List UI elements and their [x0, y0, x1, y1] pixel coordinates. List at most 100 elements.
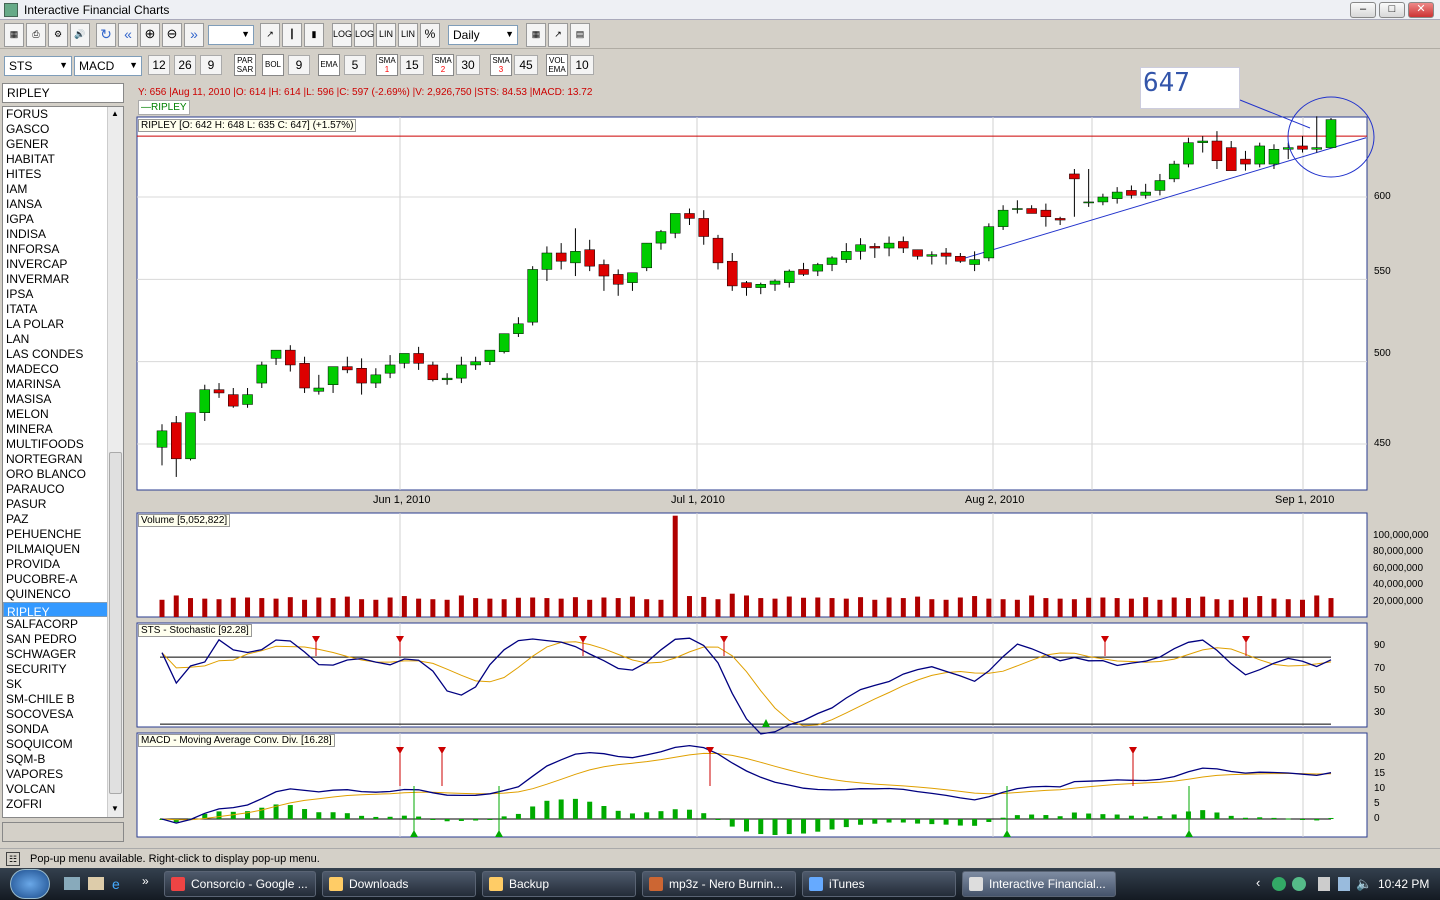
- macd-histogram-bar[interactable]: [1257, 817, 1263, 819]
- candle[interactable]: [655, 231, 667, 244]
- volume-bar[interactable]: [245, 597, 251, 617]
- volume-bar[interactable]: [1057, 598, 1063, 617]
- price-panel[interactable]: [136, 116, 1368, 491]
- candle[interactable]: [1040, 209, 1052, 218]
- macd-histogram-bar[interactable]: [487, 819, 493, 820]
- macd-histogram-bar[interactable]: [615, 810, 621, 819]
- macd-histogram-bar[interactable]: [316, 812, 322, 819]
- macd-histogram-bar[interactable]: [786, 819, 792, 835]
- macd-histogram-bar[interactable]: [744, 819, 749, 832]
- macd-histogram-bar[interactable]: [401, 815, 407, 819]
- volume-bar[interactable]: [1271, 598, 1277, 617]
- candle[interactable]: [484, 349, 496, 362]
- macd-histogram-bar[interactable]: [302, 809, 308, 819]
- volume-bar[interactable]: [458, 595, 464, 617]
- macd-histogram-bar[interactable]: [1014, 815, 1020, 819]
- candle[interactable]: [841, 251, 852, 260]
- volume-bar[interactable]: [943, 599, 949, 617]
- candle[interactable]: [1097, 196, 1109, 203]
- volume-bar[interactable]: [1242, 597, 1248, 617]
- candle[interactable]: [470, 361, 481, 366]
- volume-bar[interactable]: [658, 599, 664, 617]
- macd-histogram-bar[interactable]: [1285, 818, 1291, 820]
- macd-histogram-bar[interactable]: [1128, 815, 1134, 819]
- candle[interactable]: [1183, 142, 1194, 165]
- candle[interactable]: [1154, 180, 1166, 191]
- volume-bar[interactable]: [188, 598, 194, 617]
- volume-bar[interactable]: [487, 598, 493, 617]
- candle[interactable]: [228, 394, 239, 407]
- candle[interactable]: [1240, 158, 1251, 165]
- candle[interactable]: [370, 374, 382, 384]
- volume-bar[interactable]: [287, 597, 293, 617]
- volume-bar[interactable]: [572, 597, 578, 617]
- candle[interactable]: [313, 387, 325, 392]
- volume-bar[interactable]: [373, 599, 379, 617]
- macd-panel[interactable]: [136, 732, 1368, 838]
- volume-bar[interactable]: [629, 596, 635, 617]
- candle[interactable]: [541, 252, 553, 270]
- macd-histogram-bar[interactable]: [886, 819, 892, 823]
- macd-histogram-bar[interactable]: [1100, 814, 1106, 819]
- candle[interactable]: [826, 257, 838, 265]
- candle[interactable]: [1225, 147, 1237, 171]
- taskbar-item[interactable]: iTunes: [802, 871, 956, 897]
- macd-histogram-bar[interactable]: [801, 819, 807, 834]
- macd-histogram-bar[interactable]: [943, 819, 949, 825]
- candle[interactable]: [712, 237, 724, 264]
- volume-bar[interactable]: [1128, 598, 1134, 617]
- candle[interactable]: [441, 377, 453, 381]
- candle[interactable]: [940, 252, 952, 257]
- macd-histogram-bar[interactable]: [1143, 816, 1149, 819]
- volume-bar[interactable]: [259, 598, 265, 617]
- candle[interactable]: [199, 389, 211, 413]
- volume-bar[interactable]: [644, 599, 650, 617]
- volume-bar[interactable]: [344, 596, 350, 617]
- candle[interactable]: [270, 349, 282, 359]
- macd-histogram-bar[interactable]: [444, 819, 450, 822]
- candle[interactable]: [584, 249, 595, 267]
- candle[interactable]: [1140, 191, 1151, 196]
- candle[interactable]: [1026, 208, 1037, 214]
- volume-panel[interactable]: [136, 512, 1368, 618]
- macd-histogram-bar[interactable]: [629, 813, 635, 819]
- macd-histogram-bar[interactable]: [1214, 812, 1220, 819]
- volume-bar[interactable]: [1143, 597, 1149, 617]
- price-note-box[interactable]: 647: [1140, 67, 1240, 109]
- macd-histogram-bar[interactable]: [1114, 814, 1120, 819]
- network-icon[interactable]: [1338, 877, 1350, 891]
- volume-bar[interactable]: [330, 598, 336, 617]
- macd-histogram-bar[interactable]: [473, 819, 479, 821]
- candle[interactable]: [1012, 208, 1023, 210]
- volume-bar[interactable]: [1100, 597, 1106, 617]
- macd-histogram-bar[interactable]: [729, 819, 735, 827]
- candle[interactable]: [1282, 147, 1294, 150]
- macd-histogram-bar[interactable]: [672, 809, 678, 819]
- candle[interactable]: [356, 368, 367, 384]
- volume-bar[interactable]: [915, 596, 921, 617]
- volume-bar[interactable]: [359, 599, 365, 617]
- tray-device-icon[interactable]: [1318, 877, 1330, 891]
- tray-app-icon[interactable]: [1292, 877, 1306, 891]
- volume-bar[interactable]: [1214, 599, 1220, 617]
- candle[interactable]: [1297, 145, 1308, 150]
- candle[interactable]: [726, 260, 738, 287]
- volume-bar[interactable]: [886, 597, 892, 617]
- macd-histogram-bar[interactable]: [644, 812, 650, 819]
- ie-icon[interactable]: e: [112, 876, 128, 892]
- volume-bar[interactable]: [815, 597, 821, 617]
- volume-bar[interactable]: [401, 596, 407, 617]
- volume-bar[interactable]: [444, 599, 450, 617]
- candle[interactable]: [698, 218, 709, 237]
- candle[interactable]: [185, 412, 196, 460]
- volume-bar[interactable]: [416, 598, 422, 617]
- macd-histogram-bar[interactable]: [373, 816, 379, 819]
- candle[interactable]: [855, 244, 866, 252]
- macd-histogram-bar[interactable]: [872, 819, 878, 824]
- candle[interactable]: [641, 242, 652, 269]
- volume-bar[interactable]: [1314, 595, 1320, 617]
- volume-bar[interactable]: [601, 597, 607, 617]
- macd-histogram-bar[interactable]: [986, 819, 992, 822]
- macd-histogram-bar[interactable]: [1299, 819, 1305, 820]
- macd-histogram-bar[interactable]: [686, 809, 692, 819]
